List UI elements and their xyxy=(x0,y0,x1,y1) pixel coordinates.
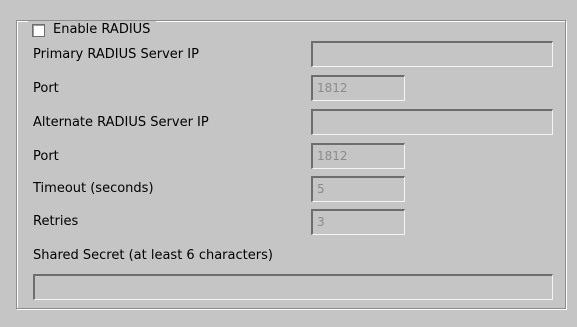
retries-input[interactable]: 3 xyxy=(311,209,405,235)
enable-radius-toggle[interactable]: Enable RADIUS xyxy=(28,21,157,39)
alternate-port-input[interactable]: 1812 xyxy=(311,143,405,169)
primary-port-label: Port xyxy=(33,81,59,96)
shared-secret-label: Shared Secret (at least 6 characters) xyxy=(33,248,273,263)
primary-server-ip-label: Primary RADIUS Server IP xyxy=(33,47,199,62)
shared-secret-input[interactable] xyxy=(33,274,553,300)
alternate-server-ip-input[interactable] xyxy=(311,109,553,135)
primary-server-ip-input[interactable] xyxy=(311,41,553,67)
alternate-port-label: Port xyxy=(33,149,59,164)
retries-label: Retries xyxy=(33,214,79,229)
enable-radius-label: Enable RADIUS xyxy=(53,22,151,37)
timeout-input[interactable]: 5 xyxy=(311,176,405,202)
enable-radius-checkbox[interactable] xyxy=(32,23,45,37)
timeout-label: Timeout (seconds) xyxy=(33,181,154,196)
primary-port-input[interactable]: 1812 xyxy=(311,75,405,101)
alternate-server-ip-label: Alternate RADIUS Server IP xyxy=(33,115,209,130)
